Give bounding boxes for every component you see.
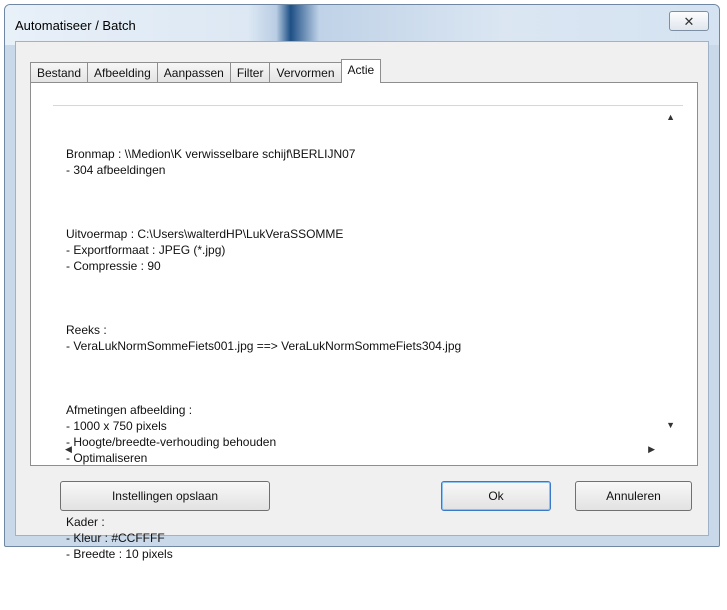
ok-button[interactable]: Ok bbox=[441, 481, 551, 511]
summary-line: - Breedte : 10 pixels bbox=[66, 547, 173, 561]
tab-bestand[interactable]: Bestand bbox=[30, 62, 89, 82]
title-bar[interactable]: Automatiseer / Batch ✕ bbox=[5, 5, 719, 45]
close-button[interactable]: ✕ bbox=[669, 11, 709, 31]
save-settings-button[interactable]: Instellingen opslaan bbox=[60, 481, 270, 511]
scroll-down-icon[interactable]: ▼ bbox=[666, 420, 675, 430]
cancel-button[interactable]: Annuleren bbox=[575, 481, 692, 511]
window-title: Automatiseer / Batch bbox=[15, 18, 136, 33]
summary-line: - Optimaliseren bbox=[66, 451, 148, 465]
tab-vervormen[interactable]: Vervormen bbox=[269, 62, 342, 82]
tab-afbeelding[interactable]: Afbeelding bbox=[87, 62, 158, 82]
summary-line: - VeraLukNormSommeFiets001.jpg ==> VeraL… bbox=[66, 339, 462, 353]
scroll-left-icon[interactable]: ◀ bbox=[65, 444, 72, 455]
tab-panel-actie: Bronmap : \\Medion\K verwisselbare schij… bbox=[30, 82, 698, 561]
summary-line: - Hoogte/breedte-verhouding behouden bbox=[66, 435, 277, 449]
summary-textarea[interactable]: Bronmap : \\Medion\K verwisselbare schij… bbox=[53, 105, 683, 561]
tab-strip: Bestand Afbeelding Aanpassen Filter Verv… bbox=[30, 58, 382, 83]
summary-line: Uitvoermap : C:\Users\walterdHP\LukVeraS… bbox=[66, 227, 344, 241]
summary-line: Reeks : bbox=[66, 323, 107, 337]
dimensions-block: Afmetingen afbeelding : - 1000 x 750 pixe… bbox=[66, 402, 461, 466]
summary-line: - Exportformaat : JPEG (*.jpg) bbox=[66, 243, 226, 257]
summary-line: - Kleur : #CCFFFF bbox=[66, 531, 165, 545]
dialog-body: Bestand Afbeelding Aanpassen Filter Verv… bbox=[15, 41, 709, 561]
sequence-block: Reeks : - VeraLukNormSommeFiets001.jpg ==… bbox=[66, 322, 461, 354]
summary-line: - 1000 x 750 pixels bbox=[66, 419, 167, 433]
summary-line: Kader : bbox=[66, 515, 105, 529]
tab-aanpassen[interactable]: Aanpassen bbox=[156, 62, 231, 82]
summary-line: - Compressie : 90 bbox=[66, 259, 161, 273]
output-block: Uitvoermap : C:\Users\walterdHP\LukVeraS… bbox=[66, 226, 461, 274]
tab-actie[interactable]: Actie bbox=[340, 59, 382, 83]
frame-block: Kader : - Kleur : #CCFFFF - Breedte : 10 p… bbox=[66, 514, 461, 562]
tab-filter[interactable]: Filter bbox=[229, 62, 271, 82]
close-icon: ✕ bbox=[683, 14, 695, 29]
batch-dialog: Automatiseer / Batch ✕ Bestand Afbeeldin… bbox=[4, 4, 720, 561]
scroll-up-icon[interactable]: ▲ bbox=[666, 112, 675, 122]
scroll-right-icon[interactable]: ▶ bbox=[648, 444, 655, 455]
summary-content: Bronmap : \\Medion\K verwisselbare schij… bbox=[66, 114, 461, 610]
summary-line: - 304 afbeeldingen bbox=[66, 163, 166, 177]
source-block: Bronmap : \\Medion\K verwisselbare schij… bbox=[66, 146, 461, 178]
summary-line: Bronmap : \\Medion\K verwisselbare schij… bbox=[66, 147, 356, 161]
summary-line: Afmetingen afbeelding : bbox=[66, 403, 193, 417]
